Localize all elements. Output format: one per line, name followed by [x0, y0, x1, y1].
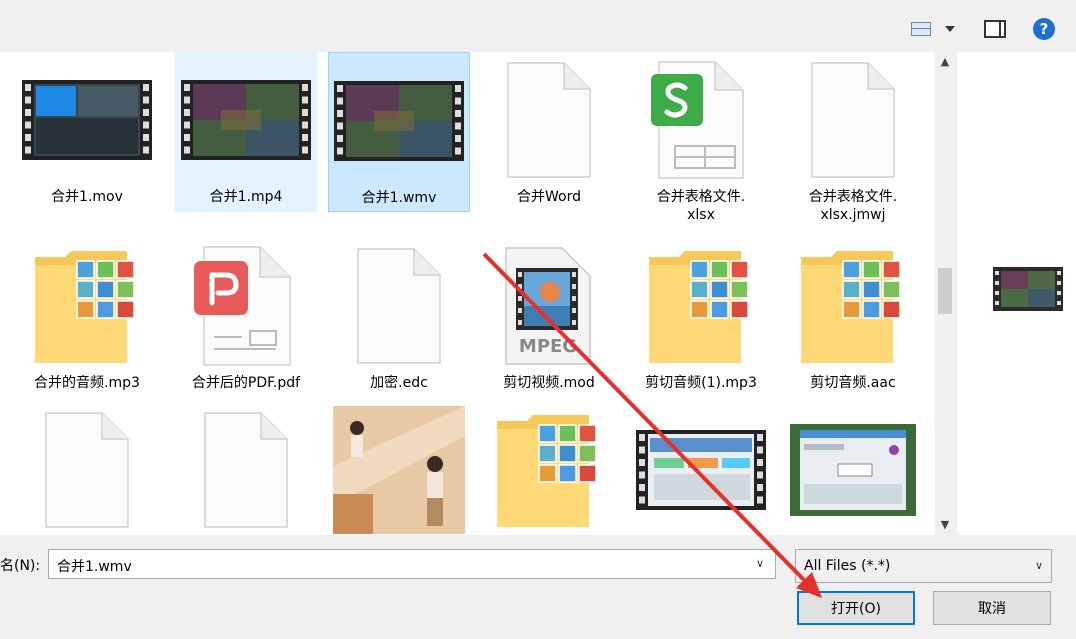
file-item[interactable]: 合并1.mp4 — [175, 52, 317, 212]
filename-history-chevron-icon[interactable]: ∨ — [756, 557, 768, 570]
file-type-value: All Files (*.*) — [804, 558, 891, 574]
scroll-down-icon[interactable]: ▼ — [939, 519, 951, 531]
file-item[interactable]: 剪切音频.aac — [782, 238, 924, 398]
file-item[interactable]: 加密.edc — [328, 238, 470, 398]
file-name: 合并1.mp4 — [209, 189, 283, 205]
blank-document-icon — [478, 52, 620, 188]
file-name: 加密.edc — [370, 375, 428, 391]
file-item[interactable]: 合并表格文件. xlsx.jmwj — [782, 52, 924, 223]
media-folder-icon — [630, 238, 772, 374]
open-button[interactable]: 打开(O) — [797, 591, 915, 625]
screenshot-icon — [782, 402, 924, 535]
photo-icon — [328, 402, 470, 535]
preview-pane — [957, 52, 1076, 535]
toolbar: ? — [0, 0, 1076, 52]
scroll-thumb[interactable] — [938, 268, 952, 314]
blank-document-icon — [175, 402, 317, 535]
file-item[interactable] — [16, 402, 158, 535]
mpeg-icon: MPEG — [478, 238, 620, 374]
media-folder-icon — [478, 402, 620, 535]
change-view-icon[interactable] — [910, 18, 932, 40]
preview-video-thumbnail — [993, 267, 1063, 311]
file-item[interactable]: 合并后的PDF.pdf — [175, 238, 317, 398]
cancel-button[interactable]: 取消 — [933, 591, 1051, 625]
video-icon — [175, 52, 317, 188]
file-item[interactable]: 剪切音频(1).mp3 — [630, 238, 772, 398]
filename-input[interactable]: 合并1.wmv — [48, 549, 776, 579]
file-item[interactable] — [328, 402, 470, 535]
file-type-select[interactable]: All Files (*.*) ∨ — [795, 549, 1052, 583]
video-icon — [630, 402, 772, 535]
file-item[interactable]: MPEG 剪切视频.mod — [478, 238, 620, 398]
blank-document-icon — [16, 402, 158, 535]
media-folder-icon — [16, 238, 158, 374]
blank-document-icon — [782, 52, 924, 188]
mpeg-text: MPEG — [519, 336, 577, 357]
blank-document-icon — [328, 238, 470, 374]
file-name: 合并的音频.mp3 — [34, 375, 140, 391]
more-options-icon[interactable] — [942, 18, 958, 40]
file-name: 合并1.wmv — [361, 190, 437, 206]
help-glyph: ? — [1033, 18, 1055, 40]
file-name: 剪切音频(1).mp3 — [645, 375, 757, 391]
vertical-scrollbar[interactable]: ▲ ▼ — [935, 52, 955, 535]
file-item[interactable]: 合并的音频.mp3 — [16, 238, 158, 398]
pdf-icon — [175, 238, 317, 374]
file-item[interactable] — [782, 402, 924, 535]
file-item[interactable]: 合并Word — [478, 52, 620, 212]
file-name: 合并表格文件. xlsx.jmwj — [808, 189, 898, 223]
dialog-footer: 名(N): 合并1.wmv ∨ All Files (*.*) ∨ 打开(O) … — [0, 535, 1076, 639]
file-item[interactable]: 合并表格文件. xlsx — [630, 52, 772, 223]
file-item[interactable] — [478, 402, 620, 535]
file-item[interactable] — [630, 402, 772, 535]
file-item[interactable] — [175, 402, 317, 535]
media-folder-icon — [782, 238, 924, 374]
spreadsheet-icon — [630, 52, 772, 188]
file-item[interactable]: 合并1.wmv — [328, 52, 470, 212]
chevron-down-icon: ∨ — [1034, 559, 1043, 572]
filename-label: 名(N): — [0, 558, 41, 574]
help-icon[interactable]: ? — [1032, 18, 1056, 40]
scroll-up-icon[interactable]: ▲ — [939, 56, 951, 68]
file-name: 合并后的PDF.pdf — [191, 375, 301, 391]
file-name: 合并1.mov — [51, 189, 123, 205]
toolbar-background — [0, 0, 895, 8]
preview-pane-icon[interactable] — [983, 18, 1007, 40]
file-item[interactable]: 合并1.mov — [16, 52, 158, 212]
video-icon — [329, 53, 469, 189]
file-name: 合并Word — [517, 189, 581, 205]
file-name: 合并表格文件. xlsx — [656, 189, 746, 223]
file-name: 剪切音频.aac — [810, 375, 896, 391]
video-icon — [16, 52, 158, 188]
file-name: 剪切视频.mod — [503, 375, 595, 391]
file-list[interactable]: 合并1.mov 合并1.mp4 合并1.wmv 合并Word 合并表格文件. xlsx 合… — [0, 52, 935, 535]
